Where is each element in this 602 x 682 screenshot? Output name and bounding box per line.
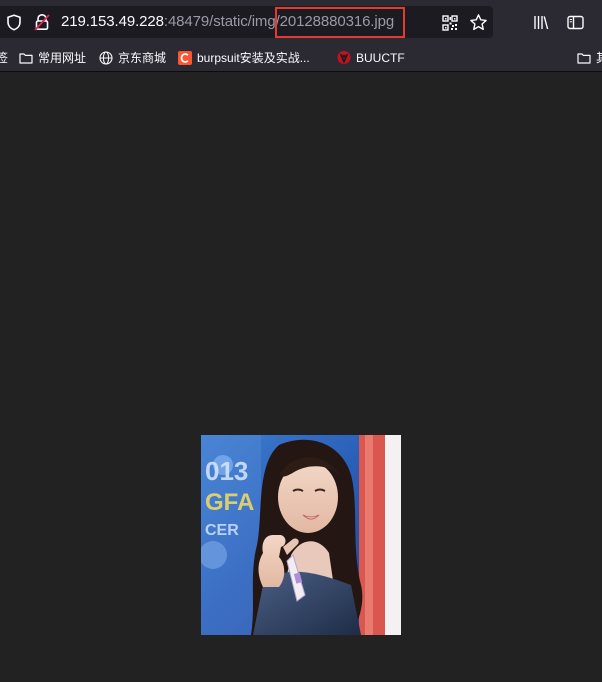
bookmark-folder-other[interactable]: 其 xyxy=(577,44,602,71)
svg-text:013: 013 xyxy=(205,456,248,486)
bookmark-cut-off-left[interactable]: 签 xyxy=(0,44,8,71)
bookmark-label: BUUCTF xyxy=(356,50,405,65)
svg-text:CER: CER xyxy=(205,522,239,539)
red-highlight-annotation xyxy=(275,7,405,38)
svg-text:GFA: GFA xyxy=(205,489,254,516)
bookmark-label: 其 xyxy=(596,49,602,66)
sidebar-icon[interactable] xyxy=(567,15,584,30)
shield-icon[interactable] xyxy=(6,14,22,31)
folder-icon xyxy=(577,51,591,65)
buuctf-icon xyxy=(337,50,351,65)
qr-code-icon[interactable] xyxy=(442,15,458,31)
bookmark-buuctf[interactable]: BUUCTF xyxy=(337,44,405,71)
bookmark-folder-common-sites[interactable]: 常用网址 xyxy=(19,44,86,71)
url-path: :48479/static/img/ xyxy=(163,13,280,30)
csdn-icon xyxy=(178,50,192,65)
bookmarks-toolbar: 签 常用网址 京东商城 burpsuit安装及实战... BUUCTF xyxy=(0,44,602,72)
bookmark-burpsuit-article[interactable]: burpsuit安装及实战... xyxy=(178,44,310,71)
library-icon[interactable] xyxy=(533,15,549,30)
lock-icon[interactable] xyxy=(34,13,50,31)
browser-toolbar: 219.153.49.228:48479/static/img/20128880… xyxy=(0,0,602,44)
bookmark-label: 常用网址 xyxy=(38,51,87,65)
globe-icon xyxy=(99,50,113,65)
displayed-image[interactable]: 013 GFA CER xyxy=(201,435,401,635)
bookmark-jd-mall[interactable]: 京东商城 xyxy=(99,44,166,71)
folder-icon xyxy=(19,51,33,65)
url-host: 219.153.49.228 xyxy=(61,13,164,30)
bookmark-label: burpsuit安装及实战... xyxy=(197,51,310,65)
bookmark-label: 京东商城 xyxy=(118,51,167,65)
star-icon[interactable] xyxy=(469,13,488,32)
